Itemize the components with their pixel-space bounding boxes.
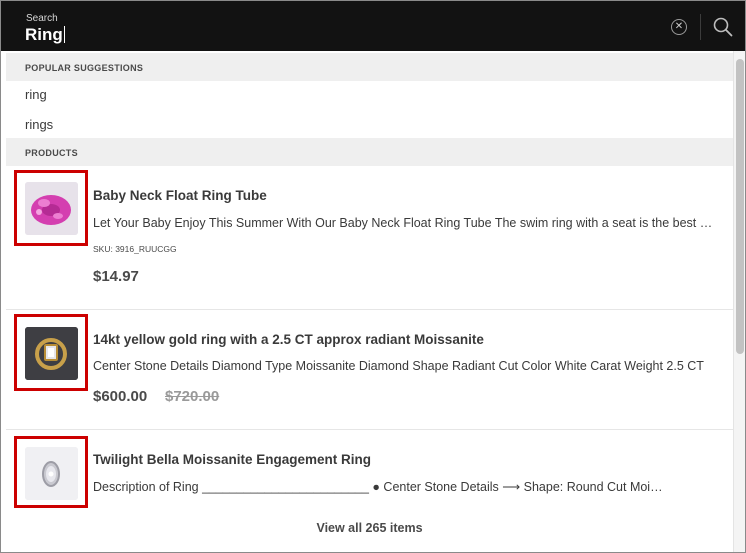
view-all-link[interactable]: View all 265 items — [6, 521, 733, 535]
text-caret — [63, 26, 65, 43]
close-icon: ✕ — [674, 21, 684, 32]
product-thumbnail[interactable] — [25, 447, 78, 500]
product-name[interactable]: Twilight Bella Moissanite Engagement Rin… — [93, 452, 371, 467]
search-caption: Search — [26, 13, 58, 24]
suggestion-item[interactable]: rings — [25, 117, 53, 132]
products-header-label: PRODUCTS — [25, 148, 78, 158]
product-name[interactable]: 14kt yellow gold ring with a 2.5 CT appr… — [93, 332, 484, 347]
search-icon — [713, 17, 733, 37]
products-header: PRODUCTS — [6, 138, 733, 166]
search-overlay: Search Ring ✕ POPULAR SUGGESTIONS ring r… — [0, 0, 746, 553]
product-thumbnail[interactable] — [25, 182, 78, 235]
search-input[interactable]: Ring — [25, 25, 65, 45]
product-item[interactable]: 14kt yellow gold ring with a 2.5 CT appr… — [6, 310, 733, 429]
scrollbar-thumb[interactable] — [736, 59, 744, 354]
product-price: $14.97 — [93, 268, 139, 285]
gold-ring-image — [25, 327, 78, 380]
search-input-value: Ring — [25, 25, 63, 44]
suggestions-header: POPULAR SUGGESTIONS — [6, 53, 733, 81]
search-button[interactable] — [712, 16, 734, 38]
suggestions-header-label: POPULAR SUGGESTIONS — [25, 63, 144, 73]
suggestion-item[interactable]: ring — [25, 87, 47, 102]
product-name[interactable]: Baby Neck Float Ring Tube — [93, 188, 267, 203]
divider — [700, 14, 701, 40]
product-item[interactable]: Baby Neck Float Ring Tube Let Your Baby … — [6, 166, 733, 309]
product-description: Center Stone Details Diamond Type Moissa… — [93, 359, 704, 373]
pink-float-ring-image — [25, 182, 78, 235]
search-bar: Search Ring ✕ — [1, 1, 745, 51]
product-description: Description of Ring ____________________… — [93, 480, 668, 494]
silver-ring-image — [25, 447, 78, 500]
results-panel: POPULAR SUGGESTIONS ring rings PRODUCTS … — [6, 51, 733, 552]
product-thumbnail[interactable] — [25, 327, 78, 380]
product-price: $600.00 — [93, 388, 148, 405]
product-sku: SKU: 3916_RUUCGG — [93, 244, 177, 254]
product-description: Let Your Baby Enjoy This Summer With Our… — [93, 216, 713, 230]
scrollbar[interactable] — [733, 51, 745, 552]
clear-search-button[interactable]: ✕ — [671, 19, 687, 35]
product-old-price: $720.00 — [165, 388, 220, 405]
product-item[interactable]: Twilight Bella Moissanite Engagement Rin… — [6, 430, 733, 510]
